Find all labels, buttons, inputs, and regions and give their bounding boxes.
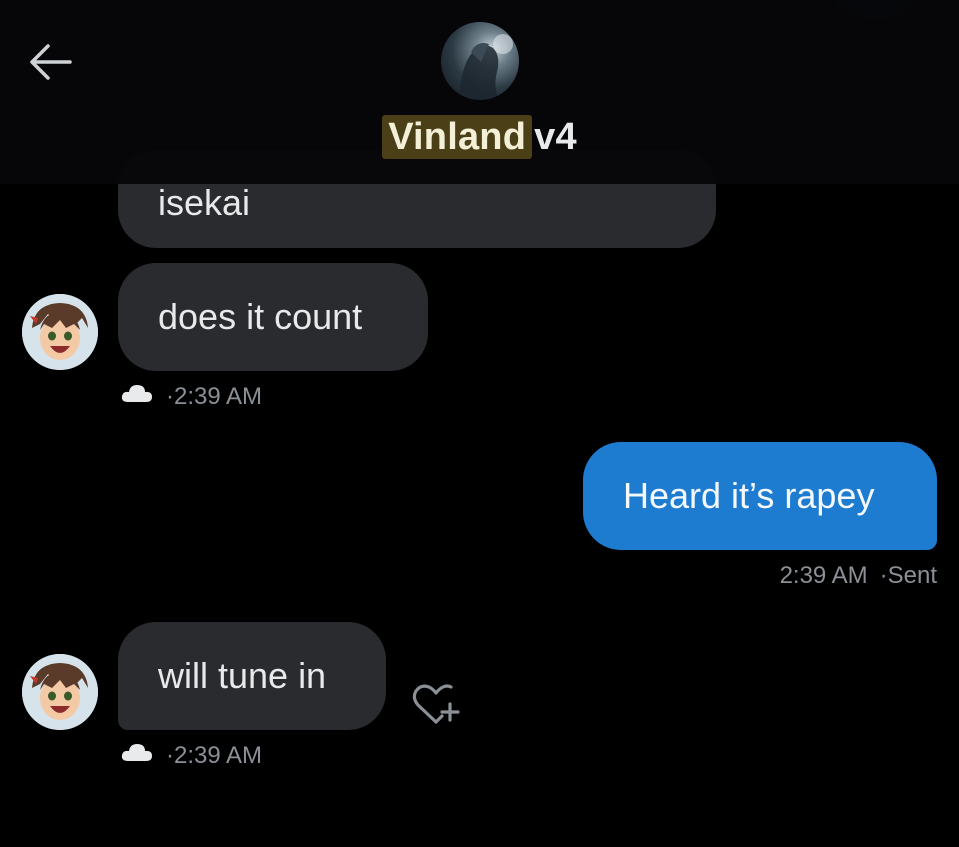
conversation-title-highlighted: Vinland <box>382 115 533 159</box>
message-bubble-incoming[interactable]: does it count <box>118 263 428 371</box>
cloud-icon <box>120 382 154 411</box>
message-time: ·2:39 AM <box>166 382 263 410</box>
message-text: does it count <box>158 296 363 337</box>
sender-avatar[interactable] <box>22 294 98 370</box>
sender-avatar[interactable] <box>22 654 98 730</box>
message-text: isekai <box>158 182 251 223</box>
message-time: ·2:39 AM <box>166 741 263 769</box>
message-status: ·Sent <box>879 562 937 589</box>
message-time: 2:39 AM <box>779 562 868 589</box>
message-meta: 2:39 AM ·Sent <box>780 562 937 590</box>
add-reaction-icon[interactable] <box>408 680 464 728</box>
message-meta: ·2:39 AM <box>120 741 262 770</box>
dm-conversation-screen: isekai does it count ·2:39 AM Heard it’s… <box>0 0 959 847</box>
message-text: Heard it’s rapey <box>623 475 875 516</box>
cloud-icon <box>120 741 154 770</box>
message-meta: ·2:39 AM <box>120 382 262 411</box>
conversation-title-suffix: v4 <box>534 116 577 158</box>
conversation-title[interactable]: Vinland v4 <box>0 115 959 159</box>
message-text: will tune in <box>158 655 327 696</box>
message-bubble-outgoing[interactable]: Heard it’s rapey <box>583 442 937 550</box>
back-arrow-icon[interactable] <box>22 38 78 86</box>
message-bubble-incoming[interactable]: will tune in <box>118 622 386 730</box>
group-avatar-icon[interactable] <box>441 22 519 100</box>
conversation-header: Vinland v4 <box>0 0 959 184</box>
